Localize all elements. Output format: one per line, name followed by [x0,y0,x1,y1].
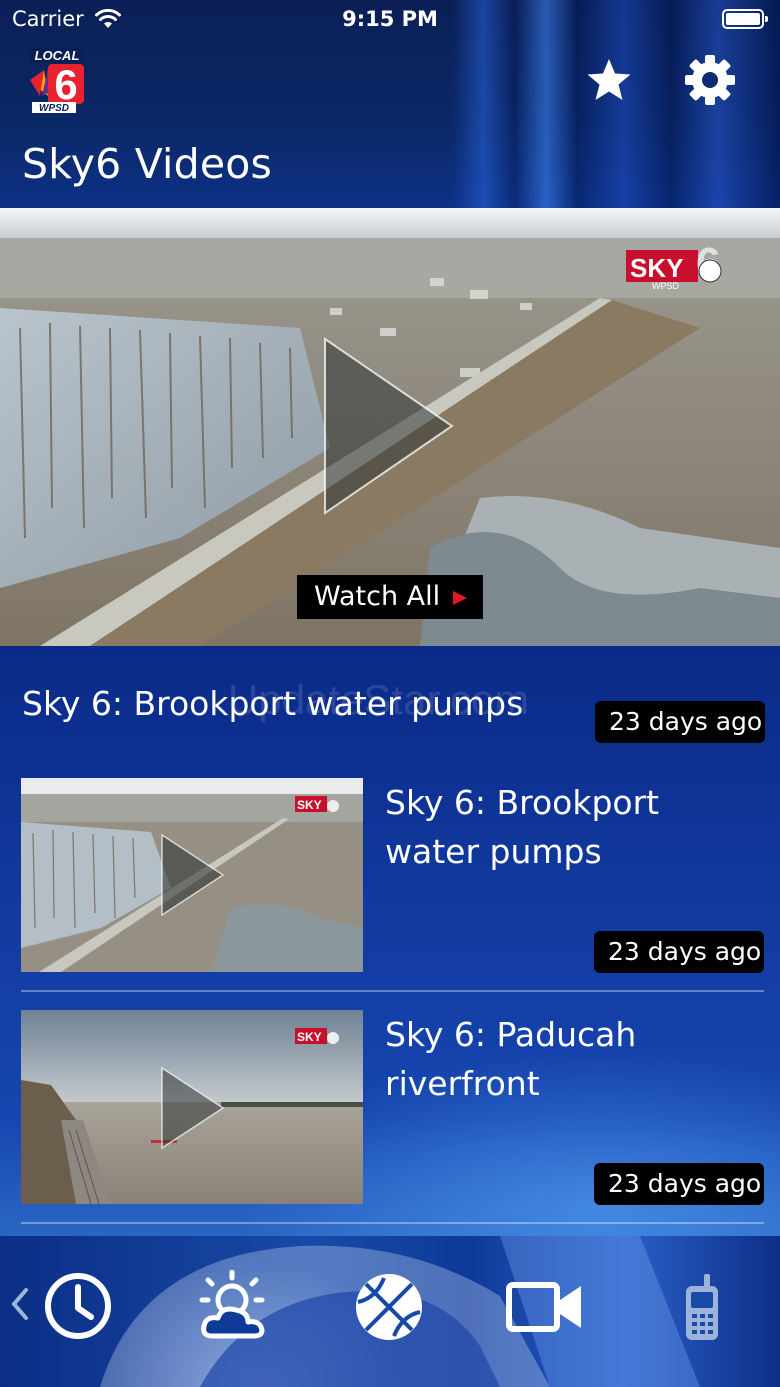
time-badge: 23 days ago [594,931,764,973]
thumbnail-riverfront-image: SKY [21,1010,363,1204]
video-title: Sky 6: Brookport water pumps [385,778,765,876]
list-item[interactable]: SKY Sky 6: Paducah riverfront 23 days ag… [0,1010,780,1236]
video-list: UpdateStar.com Sky 6: Brookport water pu… [0,646,780,1236]
hero-play-icon[interactable] [322,336,456,516]
header: Carrier 9:15 PM LOCAL 6 WPSD Sky6 Videos [0,0,780,208]
mobile-phone-icon[interactable] [684,1274,720,1342]
status-time: 9:15 PM [342,7,438,31]
thumb-sky-text: SKY [297,798,322,812]
video-thumbnail: SKY [21,778,363,972]
watch-all-button[interactable]: Watch All [297,575,483,619]
station-logo: LOCAL 6 WPSD [30,48,84,114]
video-title-line: water pumps [385,832,602,871]
divider [21,1222,764,1224]
watch-all-label: Watch All [314,581,441,612]
video-thumbnail: SKY [21,1010,363,1204]
list-item[interactable]: SKY Sky 6: Brookport water pumps 23 days… [0,778,780,1010]
star-icon[interactable] [585,56,633,104]
logo-number: 6 [54,61,77,108]
clock-icon[interactable] [44,1272,112,1340]
divider [21,990,764,992]
basketball-icon[interactable] [354,1272,424,1342]
logo-callsign: WPSD [39,103,69,114]
video-title: Sky 6: Paducah riverfront [385,1010,765,1108]
tab-bar [0,1236,780,1387]
thumbnail-aerial-image: SKY [21,778,363,972]
page-title: Sky6 Videos [22,140,273,188]
thumb-sky-text: SKY [297,1030,322,1044]
time-badge: 23 days ago [594,1163,764,1205]
weather-icon[interactable] [198,1270,272,1342]
chevron-left-icon[interactable] [10,1286,30,1322]
featured-title: Sky 6: Brookport water pumps [22,684,524,723]
featured-time-badge: 23 days ago [595,701,765,743]
play-arrow-icon [453,591,467,605]
battery-icon [722,9,768,29]
sky6-badge: SKY 6 WPSD [626,239,722,291]
video-title-line: Sky 6: Brookport [385,783,660,822]
video-title-line: riverfront [385,1064,540,1103]
video-camera-icon[interactable] [506,1282,584,1332]
video-title-line: Sky 6: Paducah [385,1015,637,1054]
gear-icon[interactable] [684,54,736,106]
sky6-badge-sub: WPSD [652,281,680,291]
status-bar: Carrier 9:15 PM [0,0,780,40]
sky6-badge-text: SKY [630,253,683,283]
